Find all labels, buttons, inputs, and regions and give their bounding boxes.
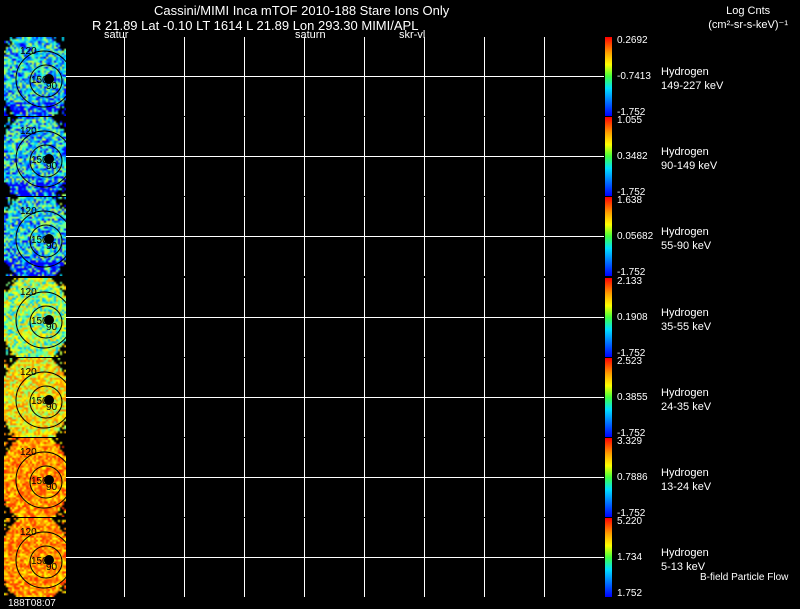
colorbar-units: Log Cnts (cm²-sr-s-keV)⁻¹ (708, 4, 788, 32)
energy-panel: 120 150 90 (4, 197, 604, 276)
contour-label-dot: 90 (46, 562, 58, 573)
contour-label-dot: 90 (46, 161, 58, 172)
grid-line (66, 477, 604, 478)
colorbar (605, 438, 612, 517)
species-label: Hydrogen (661, 387, 709, 399)
bfield-flow-note: B-field Particle Flow (700, 572, 789, 583)
colorbar (605, 518, 612, 597)
energy-range-label: 55-90 keV (661, 240, 712, 252)
energy-range-label: 24-35 keV (661, 401, 712, 413)
contour-label-upper: 120 (20, 46, 37, 57)
colorbar-max-label: 5.220 (617, 516, 643, 527)
colorbar-mid-label: 0.7886 (617, 472, 648, 483)
plot-grid (66, 358, 604, 437)
contour-label-dot: 90 (46, 241, 58, 252)
colorbar-mid-label: 0.05682 (617, 231, 654, 242)
energy-range-label: 149-227 keV (661, 80, 724, 92)
plot-grid (66, 518, 604, 597)
contour-overlay: 12015090 (15, 527, 66, 589)
energy-range-label: 13-24 keV (661, 481, 712, 493)
plot-grid (66, 438, 604, 517)
energy-panel: 120 150 90 (4, 117, 604, 196)
energy-panel: 120 150 90 (4, 438, 604, 517)
energy-panel: 120 150 90 (4, 358, 604, 437)
energy-range-label: 5-13 keV (661, 561, 706, 573)
plot-grid (66, 278, 604, 357)
colorbar-mid-label: -0.7413 (617, 71, 651, 82)
colorbar-max-label: 2.523 (617, 356, 643, 367)
ephemeris-line: R 21.89 Lat -0.10 LT 1614 L 21.89 Lon 29… (92, 18, 419, 33)
inca-image: 120 150 90 (4, 37, 66, 116)
contour-overlay: 12015090 (15, 447, 66, 509)
contour-label-upper: 120 (20, 206, 37, 217)
contour-label-dot: 90 (46, 81, 58, 92)
contour-overlay: 12015090 (15, 206, 66, 268)
contour-label-upper: 120 (20, 126, 37, 137)
colorbar-max-label: 3.329 (617, 436, 643, 447)
species-label: Hydrogen (661, 66, 709, 78)
colorbar-max-label: 1.638 (617, 195, 643, 206)
energy-range-label: 35-55 keV (661, 321, 712, 333)
grid-line (66, 557, 604, 558)
contour-label-dot: 90 (46, 322, 58, 333)
contour-overlay: 12015090 (15, 46, 66, 108)
plot-grid (66, 37, 604, 116)
colorbar-max-label: 2.133 (617, 276, 643, 287)
colorbar-max-label: 1.055 (617, 115, 643, 126)
energy-panel: 120 150 90 (4, 37, 604, 116)
grid-line (66, 76, 604, 77)
inca-image: 120 150 90 (4, 117, 66, 196)
species-label: Hydrogen (661, 226, 709, 238)
grid-line (66, 317, 604, 318)
plot-grid (66, 117, 604, 196)
colorbar (605, 197, 612, 276)
colorbar-max-label: 0.2692 (617, 35, 648, 46)
energy-panel: 120 150 90 (4, 278, 604, 357)
species-label: Hydrogen (661, 547, 709, 559)
contour-overlay: 12015090 (15, 287, 66, 349)
inca-image: 120 150 90 (4, 438, 66, 517)
contour-label-upper: 120 (20, 367, 37, 378)
colorbar-mid-label: 1.734 (617, 552, 643, 563)
species-label: Hydrogen (661, 146, 709, 158)
plot-title: Cassini/MIMI Inca mTOF 2010-188 Stare Io… (154, 3, 450, 18)
colorbar-mid-label: 0.3855 (617, 392, 648, 403)
contour-label-dot: 90 (46, 482, 58, 493)
contour-label-upper: 120 (20, 527, 37, 538)
colorbar-mid-label: 0.1908 (617, 312, 648, 323)
energy-range-label: 90-149 keV (661, 160, 718, 172)
inca-image: 120 150 90 (4, 358, 66, 437)
contour-overlay: 12015090 (15, 126, 66, 188)
contour-label-dot: 90 (46, 402, 58, 413)
colorbar (605, 278, 612, 357)
colorbar-mid-label: 0.3482 (617, 151, 648, 162)
colorbar (605, 358, 612, 437)
inca-image: 120 150 90 (4, 278, 66, 357)
units-line-2: (cm²-sr-s-keV)⁻¹ (708, 19, 788, 31)
contour-label-upper: 120 (20, 447, 37, 458)
contour-label-upper: 120 (20, 287, 37, 298)
species-label: Hydrogen (661, 307, 709, 319)
species-label: Hydrogen (661, 467, 709, 479)
inca-image: 120 150 90 (4, 197, 66, 276)
contour-overlay: 12015090 (15, 367, 66, 429)
plot-grid (66, 197, 604, 276)
inca-image: 120 150 90 (4, 518, 66, 597)
grid-line (66, 397, 604, 398)
grid-line (66, 236, 604, 237)
timestamp-label: 188T08:07 (8, 598, 56, 609)
colorbar (605, 117, 612, 196)
energy-panel: 120 150 90 (4, 518, 604, 597)
grid-line (66, 156, 604, 157)
colorbar (605, 37, 612, 116)
colorbar-min-label: 1.752 (617, 588, 643, 599)
units-line-1: Log Cnts (726, 5, 771, 17)
